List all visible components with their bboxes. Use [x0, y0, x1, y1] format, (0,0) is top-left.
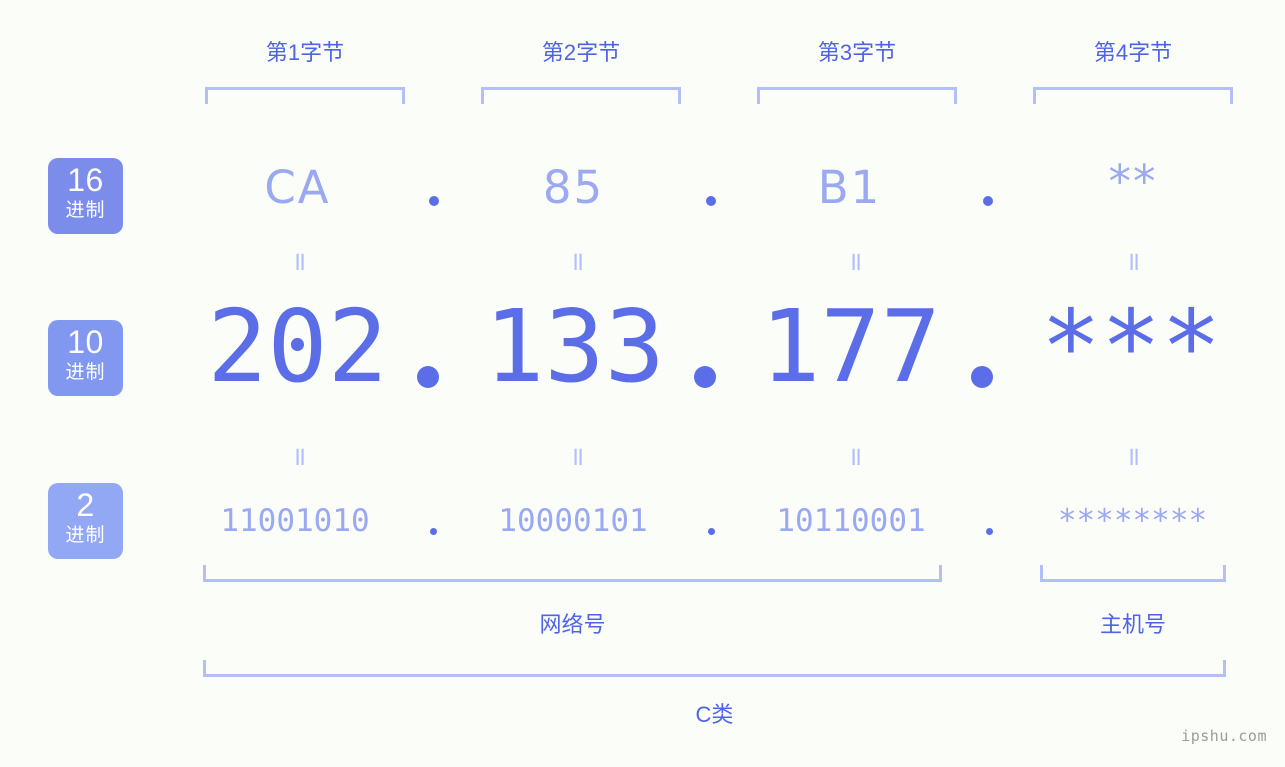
- decimal-value-byte-3: 177: [760, 288, 941, 405]
- hex-value-byte-1: CA: [264, 161, 331, 214]
- equals-mark-hex-dec-1: =: [285, 251, 315, 273]
- byte-header-label-4: 第4字节: [1093, 40, 1173, 65]
- byte-header-label-3: 第3字节: [817, 40, 897, 65]
- hex-value-byte-2: 85: [542, 161, 605, 214]
- decimal-value-byte-2: 133: [484, 288, 665, 405]
- decimal-separator-dot-2: [694, 366, 716, 388]
- radix-badge-hex: 16 进制: [48, 158, 123, 234]
- byte-bracket-4: [1033, 87, 1233, 104]
- host-portion-bracket: [1040, 565, 1226, 582]
- binary-separator-dot-3: [986, 528, 993, 535]
- host-portion-label: 主机号: [1099, 612, 1166, 637]
- binary-value-byte-2: 10000101: [498, 503, 648, 539]
- equals-mark-dec-bin-4: =: [1119, 446, 1149, 468]
- radix-badge-hex-suffix: 进制: [65, 200, 106, 221]
- binary-separator-dot-2: [708, 528, 715, 535]
- byte-header-label-1: 第1字节: [265, 40, 345, 65]
- decimal-separator-dot-3: [971, 366, 993, 388]
- equals-mark-hex-dec-2: =: [563, 251, 593, 273]
- byte-header-label-2: 第2字节: [541, 40, 621, 65]
- equals-mark-hex-dec-4: =: [1119, 251, 1149, 273]
- radix-badge-binary-suffix: 进制: [65, 525, 106, 546]
- decimal-separator-dot-1: [417, 366, 439, 388]
- equals-mark-dec-bin-3: =: [841, 446, 871, 468]
- binary-value-byte-3: 10110001: [776, 503, 926, 539]
- radix-badge-decimal-suffix: 进制: [65, 362, 106, 383]
- binary-value-byte-1: 11001010: [220, 503, 370, 539]
- radix-badge-binary: 2 进制: [48, 483, 123, 559]
- radix-badge-hex-number: 16: [67, 162, 104, 198]
- byte-bracket-1: [205, 87, 405, 104]
- equals-mark-dec-bin-1: =: [285, 446, 315, 468]
- decimal-value-byte-1: 202: [207, 288, 388, 405]
- ip-class-label: C类: [695, 702, 734, 727]
- byte-bracket-3: [757, 87, 957, 104]
- binary-separator-dot-1: [430, 528, 437, 535]
- network-portion-bracket: [203, 565, 942, 582]
- hex-separator-dot-1: [429, 196, 439, 206]
- hex-value-byte-3: B1: [817, 161, 882, 214]
- radix-badge-binary-number: 2: [76, 487, 95, 523]
- radix-badge-decimal-number: 10: [67, 324, 104, 360]
- radix-badge-decimal: 10 进制: [48, 320, 123, 396]
- equals-mark-dec-bin-2: =: [563, 446, 593, 468]
- equals-mark-hex-dec-3: =: [841, 251, 871, 273]
- decimal-value-byte-4: ***: [1040, 288, 1222, 405]
- byte-bracket-2: [481, 87, 681, 104]
- site-watermark: ipshu.com: [1181, 727, 1267, 745]
- ip-address-diagram: 第1字节 第2字节 第3字节 第4字节 16 进制 10 进制 2 进制 CA …: [0, 0, 1285, 767]
- ip-class-bracket: [203, 660, 1226, 677]
- hex-separator-dot-3: [983, 196, 993, 206]
- hex-separator-dot-2: [706, 196, 716, 206]
- binary-value-byte-4: ********: [1057, 503, 1208, 539]
- hex-value-byte-4: **: [1108, 155, 1158, 208]
- network-portion-label: 网络号: [539, 612, 606, 637]
